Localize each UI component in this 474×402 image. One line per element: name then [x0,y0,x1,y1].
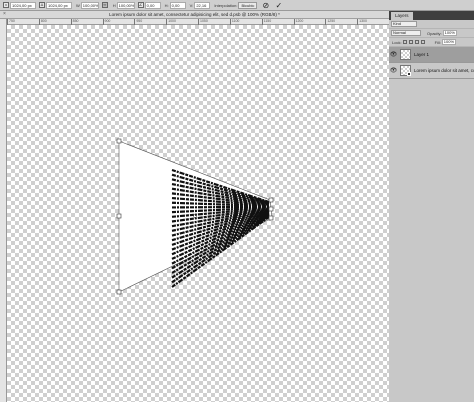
visibility-eye-icon[interactable]: 👁 [389,67,398,74]
x-input[interactable]: 1024,00 px [10,1,36,9]
layers-panel: Layers Kind Normal Opacity: 100% Lock: F… [389,11,474,402]
angle-field: ∠ 0,00 [137,1,161,9]
handle-bottom-right[interactable] [268,215,274,221]
blend-row: Normal Opacity: 100% [389,29,474,38]
h-skew-field: H: 0,00 [164,1,186,9]
panel-tab-bar: Layers [389,11,474,20]
w-label: W [76,2,80,8]
opacity-input[interactable]: 100% [442,30,457,36]
fill-label: Fill: [434,39,441,45]
canvas-artwork [116,138,274,295]
ruler-tick-label: 1100 [231,19,240,23]
document-title: Lorem ipsum dolor sit amet, consectetur … [109,12,280,17]
checkmark-icon[interactable]: ✓ [274,1,283,10]
blend-mode-select[interactable]: Normal [391,30,421,36]
v-skew-field: V: 22,16 [189,1,211,9]
interpolation-label: Interpolation: [214,2,238,8]
handle-top-left[interactable] [116,138,122,144]
handle-mid-right[interactable] [268,206,274,212]
layer-thumbnail [400,49,411,60]
angle-icon: ∠ [137,2,144,8]
ruler-tick-label: 750 [9,19,15,23]
interpolation-field: Interpolation: Bicubic [213,1,258,9]
lock-position-icon[interactable] [414,40,419,44]
smart-object-icon [407,72,411,76]
reference-point-icon[interactable]: x [3,2,9,8]
lock-all-icon[interactable] [420,40,425,44]
v-skew-label: V: [189,2,194,8]
vertical-ruler[interactable] [0,19,7,402]
handle-mid-left[interactable] [116,213,122,219]
cancel-transform-icon[interactable]: ⊘ [261,1,270,10]
layers-panel-body: Kind Normal Opacity: 100% Lock: Fill: 10… [389,20,474,402]
ruler-tick-label: 1150 [263,19,272,23]
lock-transparency-icon[interactable] [402,40,407,44]
h-skew-label: H: [164,2,169,8]
link-icon[interactable]: ∞ [101,2,108,8]
visibility-eye-icon[interactable]: 👁 [389,51,398,58]
delta-icon[interactable]: Δ [39,2,45,8]
lock-pixels-icon[interactable] [408,40,413,44]
x-field: x 1024,00 px [3,1,36,9]
ruler-tick-label: 900 [104,19,111,23]
y-input[interactable]: 1024,00 px [46,1,72,9]
layer-row[interactable]: 👁 Layer 1 [389,47,474,63]
w-input[interactable]: 100,00% [80,1,99,9]
ruler-tick-label: 1000 [168,19,176,23]
ruler-tick-label: 1200 [295,19,304,23]
filter-row: Kind [389,20,474,29]
ruler-tick-label: 1050 [200,19,208,23]
opacity-label: Opacity: [427,30,442,36]
layer-row[interactable]: 👁 Lorem ipsum dolor sit amet, consectetu… [389,63,474,79]
filter-kind-select[interactable]: Kind [391,21,417,27]
document-tab[interactable]: × Lorem ipsum dolor sit amet, consectetu… [0,11,389,19]
fill-input[interactable]: 100% [441,39,457,45]
canvas[interactable] [7,25,389,402]
ruler-tick-label: 950 [136,19,143,23]
lock-label: Lock: [392,39,402,45]
h-label: H [112,2,116,8]
ruler-tick-label: 850 [72,19,79,23]
w-field: W 100,00% [75,1,99,9]
tab-layers[interactable]: Layers [391,12,413,20]
y-field: Δ 1024,00 px [39,1,72,9]
interpolation-select[interactable]: Bicubic [238,1,258,9]
ruler-tick-label: 800 [40,19,47,23]
h-input[interactable]: 100,00% [116,1,135,9]
layer-name[interactable]: Layer 1 [414,52,474,57]
h-skew-input[interactable]: 0,00 [169,1,186,9]
v-skew-input[interactable]: 22,16 [194,1,211,9]
ruler-tick-label: 1300 [359,19,367,23]
perspective-text-lines [171,168,270,288]
h-field: H 100,00% [112,1,135,9]
link-field: ∞ [101,1,109,9]
layer-name[interactable]: Lorem ipsum dolor sit amet, consectetur [414,68,474,73]
angle-input[interactable]: 0,00 [144,1,161,9]
lock-row: Lock: Fill: 100% [389,38,474,47]
handle-top-right[interactable] [268,197,274,203]
smart-object-thumbnail [400,65,411,76]
ruler-tick-label: 1250 [327,19,336,23]
transform-options-bar: x 1024,00 px Δ 1024,00 px W 100,00% ∞ H … [0,0,474,11]
handle-bottom-left[interactable] [116,289,122,295]
